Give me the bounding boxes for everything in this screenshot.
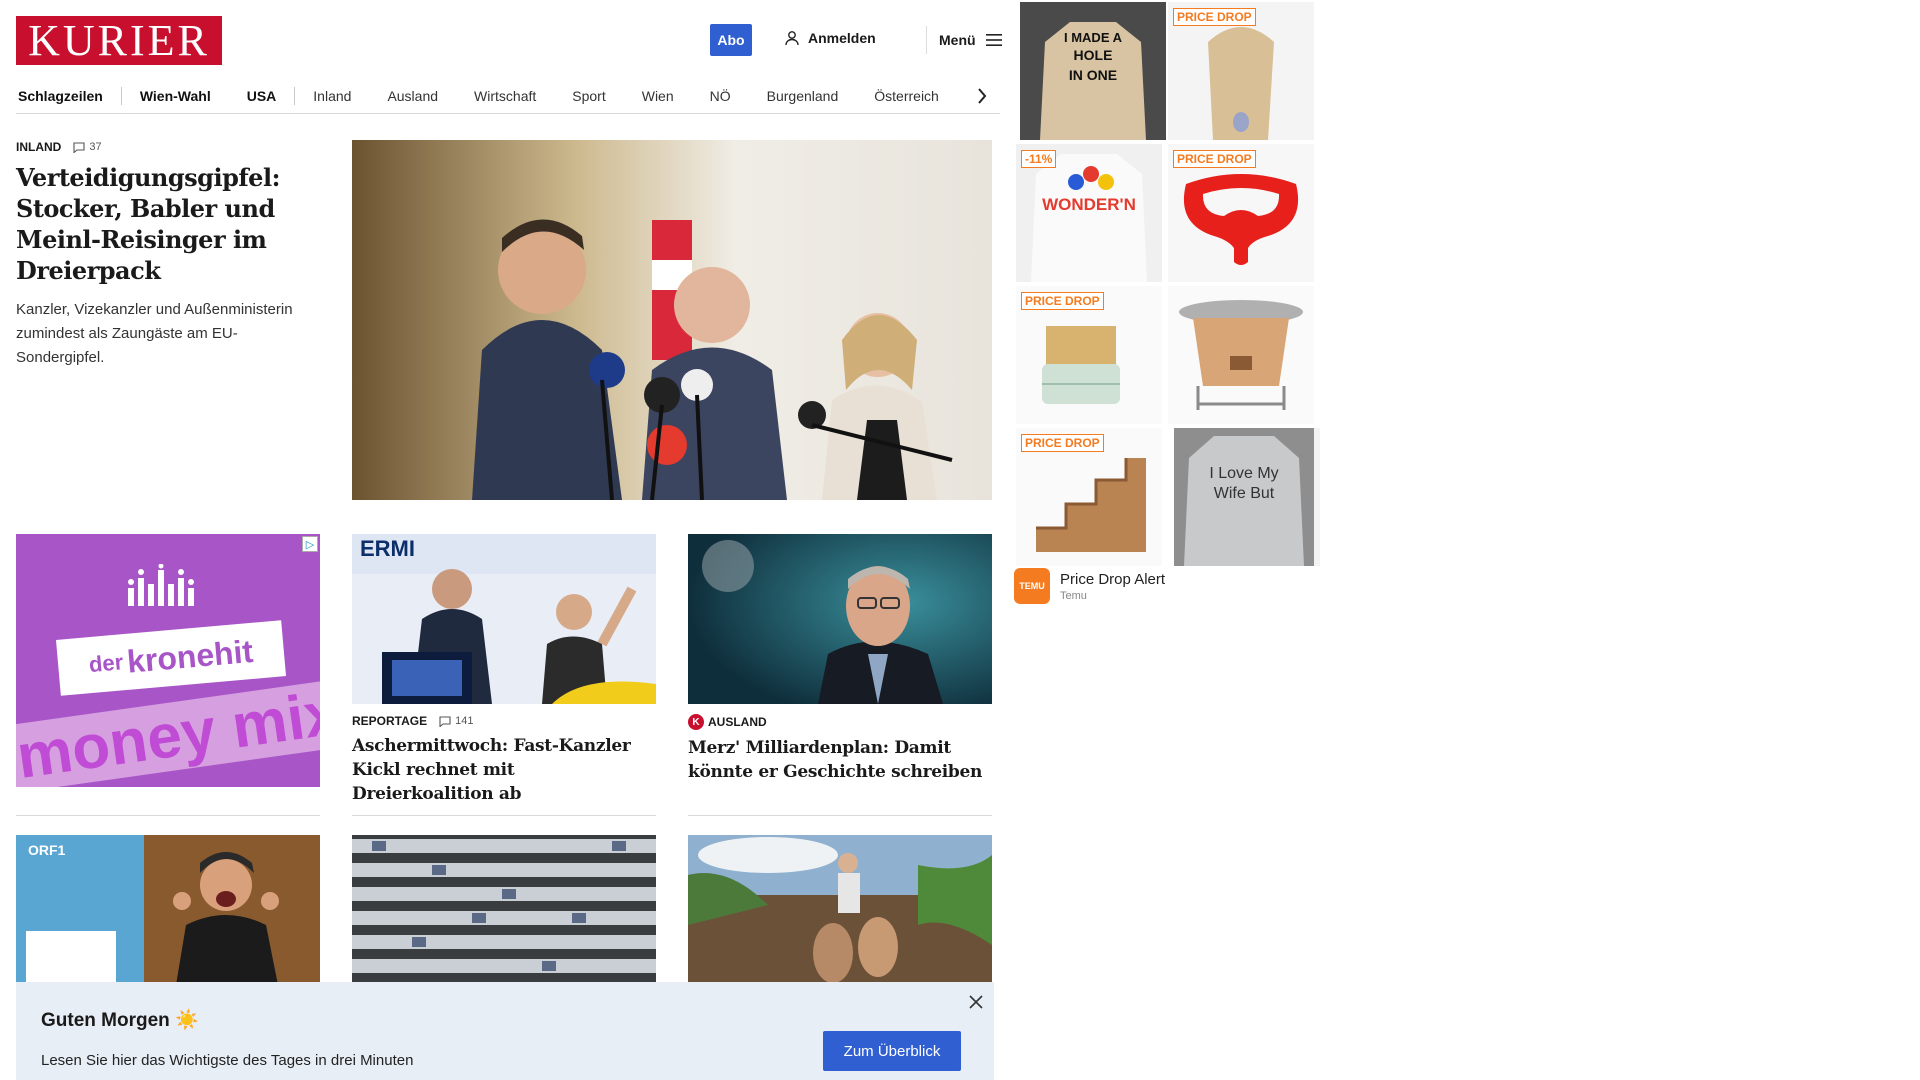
article-image-orf[interactable]: ORF1	[16, 835, 320, 985]
ad-product-tshirt-wondern[interactable]: WONDER'N -11%	[1016, 144, 1162, 282]
nav-item-noe[interactable]: NÖ	[692, 86, 749, 106]
temu-ad[interactable]: ▷ ✕ I MADE A HOLE IN ONE PRICE DROP WOND…	[1012, 0, 1320, 610]
article-card-merz[interactable]: K AUSLAND Merz' Milliardenplan: Damit kö…	[688, 534, 992, 784]
price-drop-badge: PRICE DROP	[1173, 150, 1256, 168]
comment-count-value: 37	[89, 141, 102, 153]
ad-footer-title: Price Drop Alert	[1060, 570, 1166, 588]
article-image-cars[interactable]	[352, 835, 656, 985]
ad-footer-advertiser: Temu	[1060, 589, 1087, 602]
lead-teaser: Kanzler, Vizekanzler und Außenministerin…	[16, 301, 293, 366]
ad-product-bodysuit[interactable]: PRICE DROP	[1168, 2, 1314, 140]
section-nav: Schlagzeilen Wien-Wahl USA Inland Auslan…	[16, 78, 1000, 114]
article-headline[interactable]: Aschermittwoch: Fast-Kanzler Kickl rechn…	[352, 734, 656, 806]
price-drop-badge: PRICE DROP	[1021, 434, 1104, 452]
nav-item-wirtschaft[interactable]: Wirtschaft	[456, 86, 554, 106]
comment-count-value: 141	[455, 715, 474, 727]
nav-item-schlagzeilen[interactable]: Schlagzeilen	[16, 86, 121, 106]
svg-text:ERMI: ERMI	[360, 536, 415, 561]
user-icon	[785, 31, 799, 46]
nav-item-oesterreich[interactable]: Österreich	[856, 86, 957, 106]
close-button[interactable]	[966, 992, 986, 1012]
ad-product-organizer[interactable]: PRICE DROP	[1016, 286, 1162, 424]
ad-footer-text: Price Drop Alert Temu	[1060, 571, 1165, 602]
kurier-logo[interactable]: KURIER	[16, 16, 222, 65]
login-button[interactable]: Anmelden	[784, 30, 876, 46]
section-label: INLAND	[16, 140, 62, 154]
site-header: KURIER Abo Anmelden Menü	[16, 16, 1002, 65]
article-card-kickl[interactable]: ERMI REPORTAGE 141 Aschermittwoch: Fast-…	[352, 534, 656, 806]
nav-item-wien[interactable]: Wien	[624, 86, 692, 106]
svg-text:ORF1: ORF1	[28, 842, 66, 858]
nav-item-wien-wahl[interactable]: Wien-Wahl	[122, 86, 229, 106]
nav-item-usa[interactable]: USA	[229, 86, 295, 106]
row-divider	[688, 815, 992, 816]
morning-briefing-popup: Guten Morgen ☀️ Lesen Sie hier das Wicht…	[16, 982, 994, 1080]
article-image[interactable]	[688, 534, 992, 704]
abo-button[interactable]: Abo	[710, 24, 752, 56]
article-kicker: INLAND 37	[16, 140, 320, 154]
row-divider	[16, 815, 320, 816]
article-text: REPORTAGE 141 Aschermittwoch: Fast-Kanzl…	[352, 704, 656, 806]
article-text: K AUSLAND Merz' Milliardenplan: Damit kö…	[688, 704, 992, 784]
article-kicker: K AUSLAND	[688, 714, 992, 730]
ad-product-tshirt-hole[interactable]: I MADE A HOLE IN ONE	[1020, 2, 1166, 140]
menu-label: Menü	[939, 32, 976, 48]
svg-text:I MADE A: I MADE A	[1064, 30, 1123, 45]
kronehit-ad-banner[interactable]: ▷ der kronehit money mix	[16, 534, 320, 787]
price-drop-badge: PRICE DROP	[1021, 292, 1104, 310]
ad-product-grill[interactable]	[1168, 286, 1314, 424]
nav-item-ausland[interactable]: Ausland	[369, 86, 456, 106]
crown-icon	[128, 564, 194, 606]
kronehit-logo: der kronehit	[55, 620, 287, 696]
popup-text: Lesen Sie hier das Wichtigste des Tages …	[41, 1052, 414, 1069]
kronehit-brand: kronehit	[125, 632, 255, 680]
article-image-barefoot[interactable]	[688, 835, 992, 985]
kurier-plus-badge: K	[688, 714, 704, 730]
svg-text:Wife But: Wife But	[1214, 485, 1275, 502]
login-label: Anmelden	[808, 30, 876, 46]
comment-icon	[439, 715, 451, 727]
svg-text:I Love My: I Love My	[1209, 465, 1278, 482]
svg-text:HOLE: HOLE	[1074, 47, 1113, 63]
section-label: REPORTAGE	[352, 714, 428, 728]
ad-footer[interactable]: TEMU Price Drop Alert Temu	[1014, 568, 1165, 604]
nav-item-sport[interactable]: Sport	[554, 86, 623, 106]
discount-badge: -11%	[1021, 150, 1057, 168]
article-kicker: REPORTAGE 141	[352, 714, 656, 728]
price-drop-badge: PRICE DROP	[1173, 8, 1256, 26]
section-label: AUSLAND	[708, 715, 767, 729]
article-headline[interactable]: Merz' Milliardenplan: Damit könnte er Ge…	[688, 736, 992, 784]
nav-item-burgenland[interactable]: Burgenland	[749, 86, 857, 106]
kronehit-prefix: der	[87, 649, 125, 678]
chevron-right-icon	[978, 88, 987, 104]
overview-button[interactable]: Zum Überblick	[823, 1031, 961, 1071]
lead-article[interactable]: INLAND 37 Verteidigungsgipfel: Stocker, …	[16, 140, 320, 370]
svg-text:WONDER'N: WONDER'N	[1042, 195, 1136, 214]
ad-product-pet-stairs[interactable]: PRICE DROP	[1016, 428, 1162, 566]
article-image[interactable]: ERMI	[352, 534, 656, 704]
nav-item-inland[interactable]: Inland	[295, 86, 369, 106]
comment-count[interactable]: 141	[439, 715, 473, 727]
nav-scroll-right-button[interactable]	[970, 84, 994, 108]
comment-icon	[73, 141, 85, 153]
row-divider	[352, 815, 656, 816]
close-icon	[969, 995, 983, 1009]
hamburger-icon	[985, 34, 1002, 46]
ad-product-red-mask[interactable]: PRICE DROP	[1168, 144, 1314, 282]
lead-article-image[interactable]	[352, 140, 992, 500]
popup-title: Guten Morgen ☀️	[41, 1010, 199, 1031]
comment-count[interactable]: 37	[73, 141, 102, 153]
menu-button[interactable]: Menü	[926, 26, 1002, 54]
lead-headline[interactable]: Verteidigungsgipfel: Stocker, Babler und…	[16, 162, 320, 286]
adchoices-icon[interactable]: ▷	[302, 536, 318, 552]
svg-text:IN ONE: IN ONE	[1069, 67, 1117, 83]
temu-logo: TEMU	[1014, 568, 1050, 604]
ad-product-tshirt-wife[interactable]: I Love My Wife But	[1174, 428, 1320, 566]
